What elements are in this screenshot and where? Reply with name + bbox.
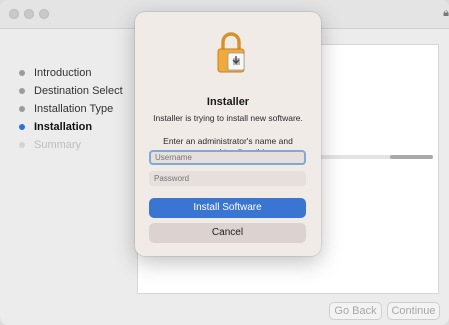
progress-bar-fill (389, 155, 433, 159)
step-label: Introduction (34, 67, 92, 79)
password-field[interactable] (149, 171, 306, 186)
step-introduction: Introduction (18, 64, 123, 82)
step-destination-select: Destination Select (18, 82, 123, 100)
step-label: Destination Select (34, 85, 123, 97)
close-window-button[interactable] (9, 9, 19, 19)
step-installation-type: Installation Type (18, 100, 123, 118)
step-label: Installation Type (34, 103, 114, 115)
step-summary: Summary (18, 136, 123, 154)
step-bullet (19, 106, 25, 112)
dialog-message: Installer is trying to install new softw… (153, 113, 303, 123)
lock-icon (217, 32, 245, 73)
step-installation: Installation (18, 118, 123, 136)
auth-dialog: Installer Installer is trying to install… (135, 12, 321, 256)
cancel-button[interactable]: Cancel (149, 223, 306, 243)
continue-button[interactable]: Continue (387, 302, 440, 320)
step-label: Installation (34, 121, 93, 133)
minimize-window-button[interactable] (24, 9, 34, 19)
zoom-window-button[interactable] (39, 9, 49, 19)
step-bullet (19, 142, 25, 148)
install-software-button[interactable]: Install Software (149, 198, 306, 218)
step-bullet (19, 70, 25, 76)
lock-icon: 🔒︎ (443, 7, 449, 19)
go-back-button[interactable]: Go Back (329, 302, 382, 320)
username-field[interactable] (149, 150, 306, 165)
steps-sidebar: Introduction Destination Select Installa… (18, 64, 123, 154)
step-label: Summary (34, 139, 82, 151)
step-bullet (19, 88, 25, 94)
step-bullet (19, 124, 25, 130)
dialog-title: Installer (206, 96, 250, 108)
